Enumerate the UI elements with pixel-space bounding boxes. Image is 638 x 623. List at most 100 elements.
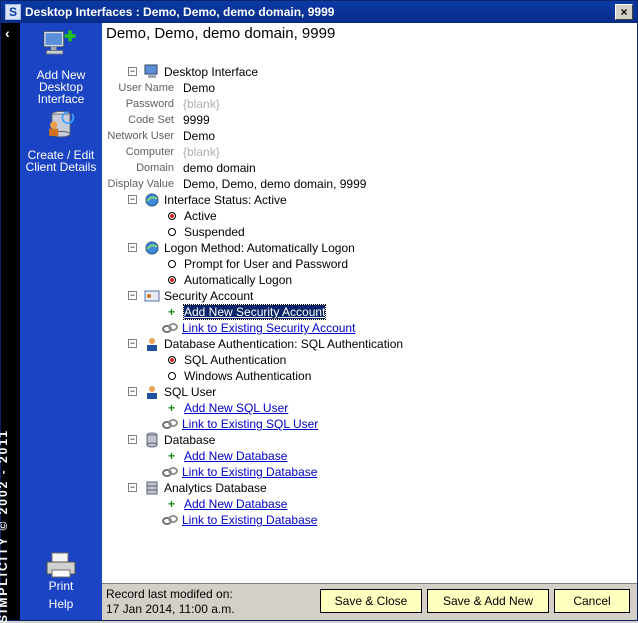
add-security-account-link[interactable]: Add New Security Account — [182, 304, 327, 320]
app-logo-icon: S — [5, 4, 21, 20]
logon-method-label: Logon Method: Automatically Logon — [164, 241, 355, 255]
interface-status-node[interactable]: Interface Status: Active — [144, 192, 287, 208]
printer-icon — [46, 552, 76, 578]
link-sql-user-link[interactable]: Link to Existing SQL User — [182, 417, 318, 431]
add-database-row[interactable]: + Add New Database — [168, 448, 287, 464]
analytics-database-toggle[interactable]: − — [128, 483, 137, 492]
app-window: S Desktop Interfaces : Demo, Demo, demo … — [0, 0, 638, 623]
sql-user-node[interactable]: SQL User — [144, 384, 216, 400]
tree-root-label: Desktop Interface — [164, 65, 259, 79]
chain-link-icon — [162, 323, 178, 333]
record-info: Record last modifed on: 17 Jan 2014, 11:… — [106, 587, 235, 617]
collapse-chevron-icon[interactable]: ‹ — [5, 25, 10, 41]
main-panel: Demo, Demo, demo domain, 9999 − Desktop … — [102, 23, 637, 583]
chain-link-icon — [162, 467, 178, 477]
radio-windows-auth[interactable] — [168, 372, 176, 380]
cancel-button[interactable]: Cancel — [554, 589, 630, 613]
save-close-button[interactable]: Save & Close — [320, 589, 422, 613]
add-sql-user-row[interactable]: + Add New SQL User — [168, 400, 288, 416]
status-globe-icon — [145, 193, 159, 207]
network-user-value: Demo — [183, 129, 216, 143]
analytics-database-node[interactable]: Analytics Database — [144, 480, 267, 496]
logon-globe-icon — [145, 241, 159, 255]
link-security-account-row[interactable]: Link to Existing Security Account — [162, 320, 355, 336]
link-analytics-database-link[interactable]: Link to Existing Database — [182, 513, 317, 527]
chain-link-icon — [162, 515, 178, 525]
code-set-label: Code Set — [128, 114, 174, 126]
field-row-domain: Domain demo domain — [102, 160, 502, 176]
add-security-account-row[interactable]: + Add New Security Account — [168, 304, 327, 320]
display-value-value: Demo, Demo, demo domain, 9999 — [183, 177, 367, 191]
close-button[interactable]: × — [615, 4, 633, 20]
security-account-toggle[interactable]: − — [128, 291, 137, 300]
auth-option-windows[interactable]: Windows Authentication — [168, 368, 311, 384]
field-row-display-value: Display Value Demo, Demo, demo domain, 9… — [102, 176, 502, 192]
save-add-new-button[interactable]: Save & Add New — [427, 589, 549, 613]
radio-active[interactable] — [168, 212, 176, 220]
logon-method-node[interactable]: Logon Method: Automatically Logon — [144, 240, 355, 256]
security-account-node[interactable]: Security Account — [144, 288, 253, 304]
status-option-suspended[interactable]: Suspended — [168, 224, 245, 240]
logon-option-prompt[interactable]: Prompt for User and Password — [168, 256, 348, 272]
brand-text: SIMPLICITY © 2002 - 2011 — [0, 428, 10, 623]
security-account-label: Security Account — [164, 289, 254, 303]
add-plus-icon: + — [168, 497, 176, 511]
print-label: Print — [48, 579, 74, 593]
status-option-active[interactable]: Active — [168, 208, 217, 224]
logon-option-automatic[interactable]: Automatically Logon — [168, 272, 292, 288]
add-sql-user-link[interactable]: Add New SQL User — [184, 401, 288, 415]
computer-icon — [144, 64, 158, 78]
database-toggle[interactable]: − — [128, 435, 137, 444]
radio-suspended[interactable] — [168, 228, 176, 236]
status-option-active-label: Active — [184, 209, 217, 223]
print-button[interactable]: Print Help — [20, 551, 102, 611]
sql-user-toggle[interactable]: − — [128, 387, 137, 396]
radio-sql-auth[interactable] — [168, 356, 176, 364]
database-auth-label: Database Authentication: SQL Authenticat… — [164, 337, 404, 351]
record-date: 17 Jan 2014, 11:00 a.m. — [106, 602, 235, 616]
interface-status-toggle[interactable]: − — [128, 195, 137, 204]
link-sql-user-row[interactable]: Link to Existing SQL User — [162, 416, 318, 432]
add-analytics-database-link[interactable]: Add New Database — [184, 497, 287, 511]
footer-bar: Record last modifed on: 17 Jan 2014, 11:… — [102, 583, 637, 620]
field-row-network-user: Network User Demo — [102, 128, 502, 144]
computer-value: {blank} — [183, 145, 220, 159]
link-security-account-link[interactable]: Link to Existing Security Account — [182, 321, 355, 335]
link-database-row[interactable]: Link to Existing Database — [162, 464, 317, 480]
display-value-label: Display Value — [107, 178, 174, 190]
database-auth-node[interactable]: Database Authentication: SQL Authenticat… — [144, 336, 403, 352]
database-icon — [146, 432, 158, 448]
add-new-desktop-interface-label: Add New Desktop Interface — [36, 68, 86, 106]
database-label: Database — [164, 433, 216, 447]
monitor-add-icon — [43, 30, 76, 55]
radio-automatic[interactable] — [168, 276, 176, 284]
status-option-suspended-label: Suspended — [184, 225, 245, 239]
add-analytics-database-row[interactable]: + Add New Database — [168, 496, 287, 512]
brand-strip: ‹ SIMPLICITY © 2002 - 2011 — [0, 23, 20, 623]
add-plus-icon: + — [168, 401, 176, 415]
window-title: Desktop Interfaces : Demo, Demo, demo do… — [25, 5, 335, 19]
auth-option-windows-label: Windows Authentication — [184, 369, 312, 383]
tree-collapse-toggle[interactable]: − — [128, 67, 137, 76]
page-title: Demo, Demo, demo domain, 9999 — [106, 25, 336, 42]
link-analytics-database-row[interactable]: Link to Existing Database — [162, 512, 317, 528]
logon-method-toggle[interactable]: − — [128, 243, 137, 252]
title-bar[interactable]: S Desktop Interfaces : Demo, Demo, demo … — [1, 1, 637, 23]
add-new-desktop-interface-button[interactable]: Add New Desktop Interface — [20, 27, 102, 105]
help-link[interactable]: Help — [20, 597, 102, 611]
link-database-link[interactable]: Link to Existing Database — [182, 465, 317, 479]
domain-value: demo domain — [183, 161, 256, 175]
domain-label: Domain — [136, 162, 174, 174]
radio-prompt[interactable] — [168, 260, 176, 268]
record-label: Record last modifed on: — [106, 587, 233, 601]
create-edit-client-details-button[interactable]: Create / Edit Client Details — [20, 107, 102, 173]
database-auth-toggle[interactable]: − — [128, 339, 137, 348]
add-database-link[interactable]: Add New Database — [184, 449, 287, 463]
field-row-code-set: Code Set 9999 — [102, 112, 502, 128]
user-name-label: User Name — [118, 82, 174, 94]
auth-option-sql[interactable]: SQL Authentication — [168, 352, 286, 368]
computer-label: Computer — [125, 146, 174, 158]
interface-status-label: Interface Status: Active — [164, 193, 287, 207]
database-node[interactable]: Database — [144, 432, 215, 448]
tree-root-node[interactable]: Desktop Interface — [144, 64, 258, 80]
